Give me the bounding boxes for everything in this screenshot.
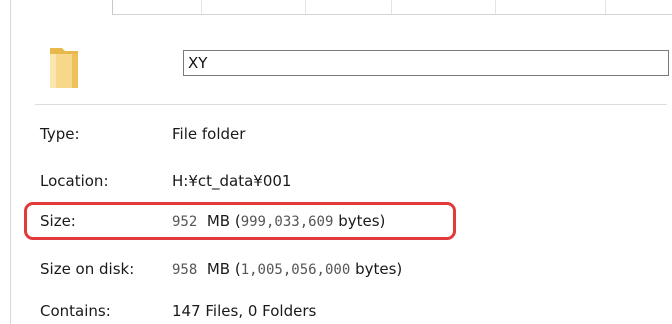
size-on-disk-mb: 958 [172,262,198,278]
folder-properties-dialog: Type: File folder Location: H:¥ct_data¥0… [0,0,672,324]
tab-separator [605,0,606,14]
tab-strip [112,0,672,15]
contains-label: Contains: [40,302,111,320]
folder-icon [50,48,78,88]
folder-name-input[interactable] [183,50,669,76]
size-on-disk-value: 958 MB (1,005,056,000 bytes) [172,258,402,281]
contains-value: 147 Files, 0 Folders [172,302,317,320]
tab-separator [391,0,392,14]
location-value: H:¥ct_data¥001 [172,172,292,190]
size-on-disk-mb-unit: MB ( [206,260,241,278]
divider [35,104,667,105]
tab-separator [495,0,496,14]
size-on-disk-bytes: 1,005,056,000 [240,262,351,278]
size-on-disk-label: Size on disk: [40,260,135,278]
size-on-disk-bytes-unit: bytes) [355,260,403,278]
panel-border [10,0,11,324]
location-label: Location: [40,172,109,190]
tab-separator [305,0,306,14]
type-value: File folder [172,125,246,143]
type-label: Type: [40,125,80,143]
tab-separator [201,0,202,14]
size-highlight-annotation [24,202,456,240]
